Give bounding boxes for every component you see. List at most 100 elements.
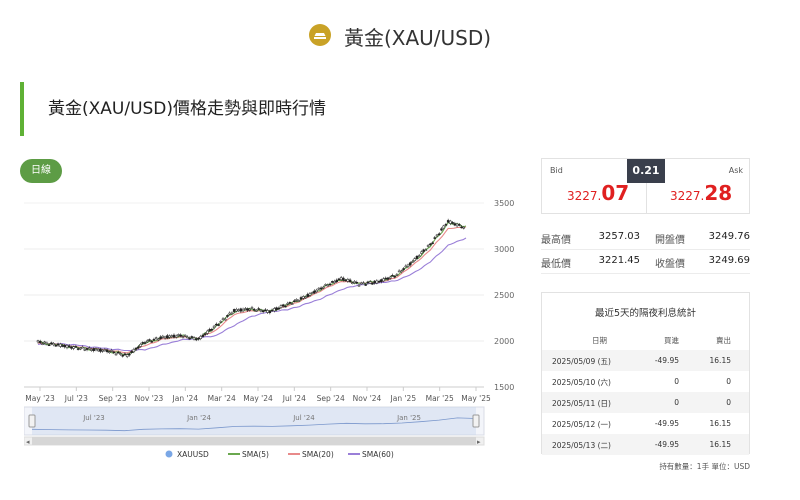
- sma-line: [37, 221, 467, 356]
- candle-body: [92, 348, 95, 351]
- navigator-label: Jan '25: [396, 414, 421, 422]
- candle-body: [313, 290, 316, 294]
- header-date: 日期: [592, 336, 607, 345]
- x-tick-label: Nov '24: [353, 394, 382, 403]
- close-value: 3249.69: [708, 255, 750, 266]
- y-tick-label: 3500: [494, 199, 514, 208]
- x-tick-label: Jan '25: [390, 394, 417, 403]
- candle-body: [174, 335, 178, 338]
- navigator-label: Jan '24: [186, 414, 211, 422]
- candle-body: [88, 347, 91, 350]
- row-date: 2025/05/13 (二): [552, 441, 611, 450]
- table-row: 2025/05/10 (六) 0 0: [542, 371, 749, 392]
- row-buy: 0: [674, 398, 679, 407]
- candle-body: [380, 279, 383, 282]
- candle-body: [449, 220, 452, 224]
- legend-label: XAUUSD: [177, 450, 209, 459]
- legend-label: SMA(60): [362, 450, 394, 459]
- candle-body: [281, 304, 285, 307]
- x-tick-label: Nov '23: [135, 394, 164, 403]
- candle-body: [83, 349, 87, 351]
- page-header: 黃金(XAU/USD): [0, 22, 800, 50]
- candle-body: [195, 338, 198, 341]
- stat-row-low-close: 最低價 3221.45 收盤價 3249.69: [541, 250, 750, 274]
- ask-price-decimal: 28: [704, 181, 733, 205]
- candle-body: [368, 281, 372, 284]
- navigator-label: Jul '23: [82, 414, 105, 422]
- navigator-label: Jul '24: [292, 414, 315, 422]
- candle-body: [188, 337, 191, 340]
- candle-body: [371, 283, 374, 285]
- candle-body: [94, 348, 98, 351]
- candle-body: [63, 345, 66, 348]
- candle-body: [43, 341, 46, 344]
- candle-body: [266, 310, 269, 313]
- x-tick-label: Sep '24: [317, 394, 345, 403]
- candle-body: [319, 287, 323, 290]
- candle-body: [440, 228, 443, 231]
- candle-body: [268, 310, 272, 314]
- candle-body: [435, 234, 439, 237]
- candle-body: [59, 343, 62, 347]
- candle-body: [139, 344, 142, 347]
- candle-body: [228, 312, 231, 315]
- header-sell: 賣出: [716, 336, 731, 345]
- legend-label: SMA(5): [242, 450, 269, 459]
- candle-body: [101, 350, 104, 352]
- chart-legend[interactable]: XAUUSD SMA(5) SMA(20) SMA(60): [165, 450, 394, 459]
- candle-body: [203, 333, 207, 335]
- candle-body: [279, 305, 283, 308]
- legend-marker: [165, 450, 173, 458]
- candle-body: [393, 275, 396, 278]
- candle-body: [215, 323, 218, 326]
- scrollbar-thumb: [32, 437, 476, 445]
- candle-body: [453, 223, 457, 226]
- candle-body: [322, 286, 325, 289]
- close-label: 收盤價: [655, 259, 685, 270]
- y-tick-label: 3000: [494, 245, 514, 254]
- candle-body: [96, 349, 100, 352]
- candle-body: [99, 348, 102, 352]
- candle-body: [438, 233, 441, 235]
- candle-body: [121, 355, 124, 357]
- daily-timeframe-button[interactable]: 日線: [20, 159, 62, 183]
- row-buy: -49.95: [654, 440, 679, 449]
- candle-body: [415, 255, 419, 259]
- candle-body: [67, 345, 71, 348]
- candle-body: [377, 281, 381, 283]
- candle-body: [248, 308, 252, 311]
- candle-body: [181, 336, 185, 338]
- row-buy: -49.95: [654, 356, 679, 365]
- candle-body: [302, 296, 305, 299]
- candle-body: [232, 309, 236, 312]
- candle-body: [386, 277, 390, 280]
- price-chart[interactable]: 1500 2000 2500 3000 3500 May '23 Jul '23 Sep '…: [24, 195, 524, 470]
- candle-body: [290, 303, 294, 305]
- navigator-handle: [28, 414, 36, 428]
- candlestick-series: [36, 218, 466, 359]
- candle-body: [460, 226, 463, 229]
- candle-body: [45, 342, 49, 345]
- candle-body: [179, 334, 182, 337]
- row-sell: 16.15: [709, 440, 731, 449]
- candle-body: [235, 309, 238, 312]
- candle-body: [397, 270, 401, 273]
- candle-body: [90, 349, 93, 351]
- chart-navigator[interactable]: Jul '23 Jan '24 Jul '24 Jan '25 ◂ ▸: [24, 406, 485, 446]
- candle-body: [255, 310, 258, 312]
- candle-body: [201, 334, 205, 337]
- candle-body: [54, 344, 58, 347]
- chart-grid: [24, 202, 484, 388]
- quote-box: Bid Ask 0.21 3227.07 3227.28: [541, 158, 750, 214]
- candle-body: [152, 339, 156, 341]
- candle-body: [333, 281, 336, 283]
- candle-body: [72, 346, 75, 349]
- candle-body: [344, 279, 347, 282]
- candle-body: [38, 341, 42, 343]
- candle-body: [166, 335, 169, 339]
- candle-body: [277, 307, 280, 310]
- sma-line: [37, 237, 467, 352]
- x-tick-label: Jul '23: [64, 394, 88, 403]
- table-row: 2025/05/09 (五) -49.95 16.15: [542, 350, 749, 371]
- candle-body: [168, 335, 171, 338]
